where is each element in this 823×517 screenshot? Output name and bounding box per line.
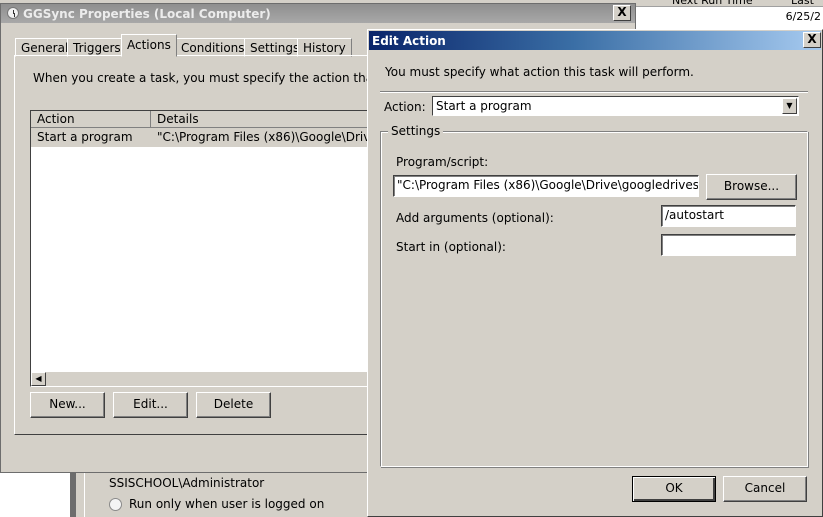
delete-action-button[interactable]: Delete bbox=[196, 392, 271, 418]
background-grid-header: Next Run Time Last R bbox=[636, 0, 823, 20]
action-select-value: Start a program bbox=[436, 99, 532, 113]
edit-action-title-bar[interactable]: Edit Action bbox=[369, 31, 821, 50]
actions-instructions: When you create a task, you must specify… bbox=[33, 71, 420, 85]
new-action-button[interactable]: New... bbox=[30, 392, 105, 418]
background-security-options: SSISCHOOL\Administrator Run only when us… bbox=[70, 470, 380, 517]
column-header-details[interactable]: Details bbox=[151, 111, 389, 128]
edit-action-button[interactable]: Edit... bbox=[113, 392, 188, 418]
row-action: Start a program bbox=[37, 130, 133, 144]
edit-action-close-button[interactable]: X bbox=[803, 32, 821, 48]
run-logged-on-label[interactable]: Run only when user is logged on bbox=[129, 497, 324, 511]
tab-actions[interactable]: Actions bbox=[121, 34, 177, 57]
table-row[interactable]: Start a program "C:\Program Files (x86)\… bbox=[31, 128, 389, 147]
horizontal-scrollbar[interactable]: ◀ bbox=[31, 371, 389, 386]
scroll-left-arrow-icon[interactable]: ◀ bbox=[31, 372, 46, 386]
background-grid-row[interactable]: 6/25/2 bbox=[636, 7, 823, 27]
run-logged-on-radio[interactable] bbox=[109, 498, 122, 511]
program-script-input[interactable]: "C:\Program Files (x86)\Google\Drive\goo… bbox=[393, 175, 699, 197]
arguments-input[interactable]: /autostart bbox=[661, 205, 796, 227]
settings-group-label: Settings bbox=[388, 124, 444, 138]
browse-button[interactable]: Browse... bbox=[706, 174, 797, 200]
actions-list[interactable]: Action Details Start a program "C:\Progr… bbox=[30, 110, 390, 387]
edit-action-title: Edit Action bbox=[372, 34, 446, 48]
column-header-action[interactable]: Action bbox=[31, 111, 151, 128]
program-script-label: Program/script: bbox=[396, 155, 489, 169]
chevron-down-icon[interactable]: ▼ bbox=[782, 98, 797, 114]
action-select[interactable]: Start a program ▼ bbox=[432, 96, 799, 116]
ok-button[interactable]: OK bbox=[632, 476, 716, 502]
start-in-label: Start in (optional): bbox=[396, 240, 506, 254]
background-grid-cell: 6/25/2 bbox=[785, 10, 821, 23]
properties-title-bar[interactable]: GGSync Properties (Local Computer) bbox=[1, 4, 635, 23]
column-header-next-run-time[interactable]: Next Run Time bbox=[672, 0, 753, 7]
actions-list-header: Action Details bbox=[31, 111, 389, 128]
start-in-input[interactable] bbox=[661, 234, 796, 256]
clock-icon bbox=[7, 7, 19, 19]
separator bbox=[380, 91, 808, 93]
row-details: "C:\Program Files (x86)\Google\Drive\goo bbox=[157, 130, 390, 144]
properties-close-button[interactable]: X bbox=[613, 5, 631, 21]
arguments-label: Add arguments (optional): bbox=[396, 211, 554, 225]
properties-window-title: GGSync Properties (Local Computer) bbox=[23, 7, 271, 21]
edit-action-dialog: Edit Action X You must specify what acti… bbox=[367, 29, 823, 517]
action-label: Action: bbox=[384, 100, 426, 114]
edit-action-instructions: You must specify what action this task w… bbox=[385, 65, 694, 79]
cancel-button[interactable]: Cancel bbox=[723, 476, 807, 502]
user-account-label: SSISCHOOL\Administrator bbox=[109, 476, 265, 490]
